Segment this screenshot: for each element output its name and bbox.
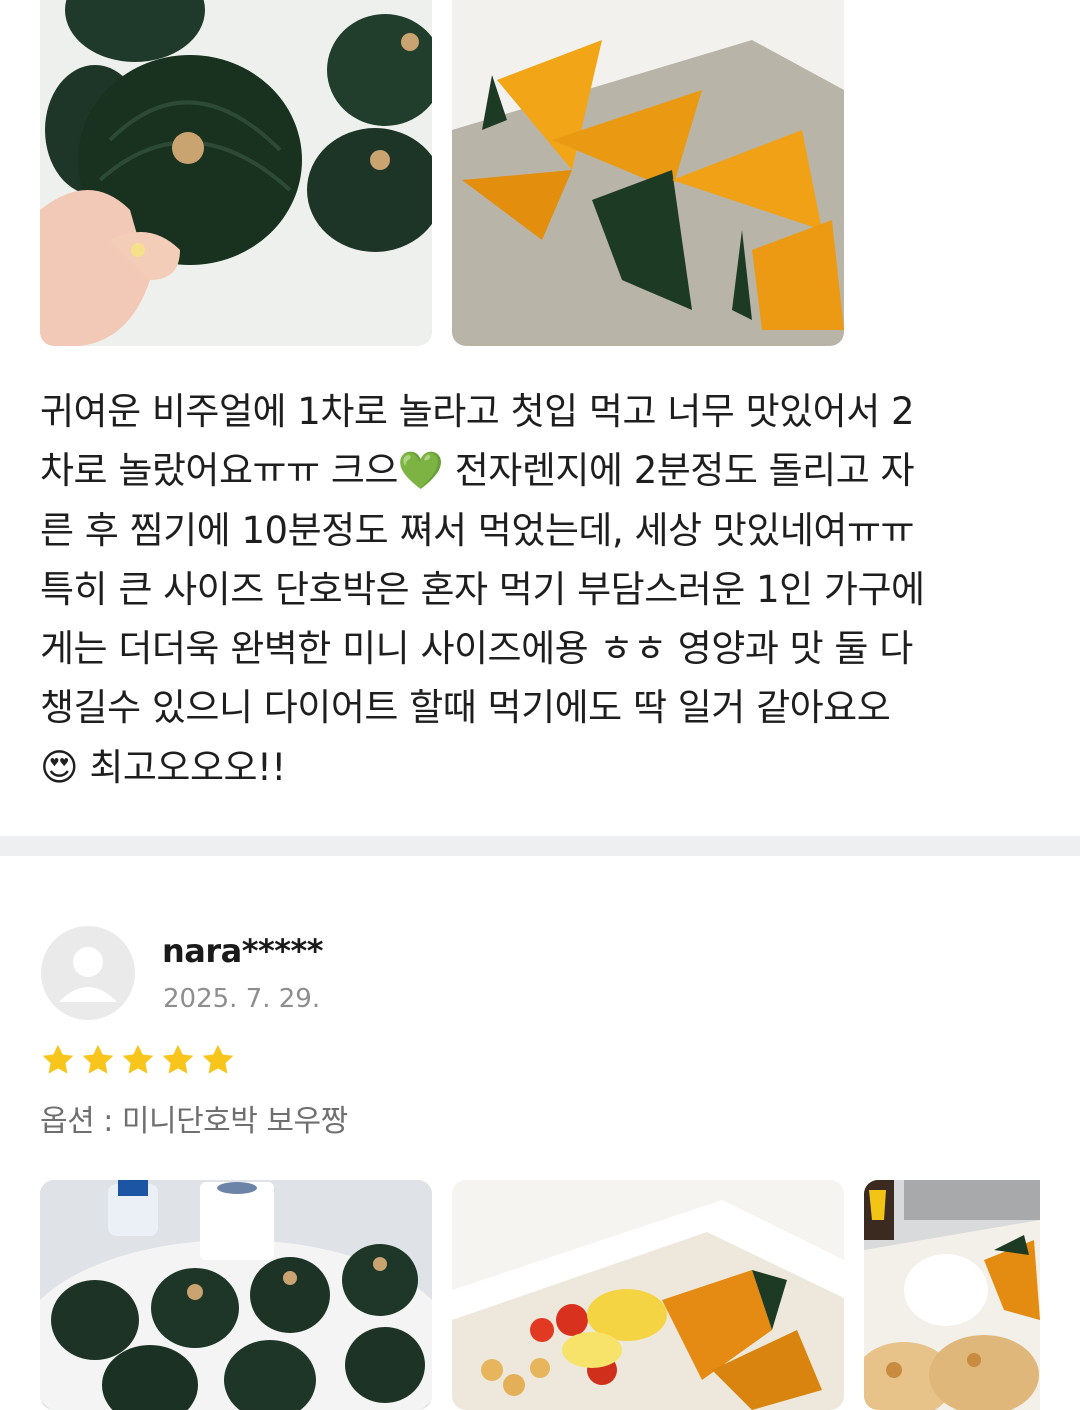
star-icon: [162, 1044, 194, 1074]
purchase-option: 옵션 : 미니단호박 보우짱: [40, 1104, 348, 1139]
star-icon: [42, 1044, 74, 1074]
user-avatar-icon: [59, 947, 117, 1002]
avatar: [41, 926, 135, 1020]
pumpkins-on-table-image: [40, 1180, 432, 1410]
cooked-pumpkin-image: [452, 0, 844, 346]
star-icon: [122, 1044, 154, 1074]
review-body-text: 귀여운 비주얼에 1차로 놀라고 첫입 먹고 너무 맛있어서 2 차로 놀랐어요…: [40, 390, 925, 789]
reviewer-name: nara*****: [162, 932, 323, 970]
star-rating: [40, 1042, 236, 1078]
review-photo-3[interactable]: [40, 1180, 432, 1410]
review-photo-2[interactable]: [452, 0, 844, 346]
review-photo-1[interactable]: [40, 0, 432, 346]
pumpkin-salad-image: [452, 1180, 844, 1410]
pumpkin-dish-image: [864, 1180, 1040, 1410]
review-photo-4[interactable]: [452, 1180, 844, 1410]
star-icon: [82, 1044, 114, 1074]
green-pumpkins-image: [40, 0, 432, 346]
review-photo-5[interactable]: [864, 1180, 1040, 1410]
review-date: 2025. 7. 29.: [163, 984, 321, 1014]
star-icon: [202, 1044, 234, 1074]
review-divider: [0, 836, 1080, 856]
